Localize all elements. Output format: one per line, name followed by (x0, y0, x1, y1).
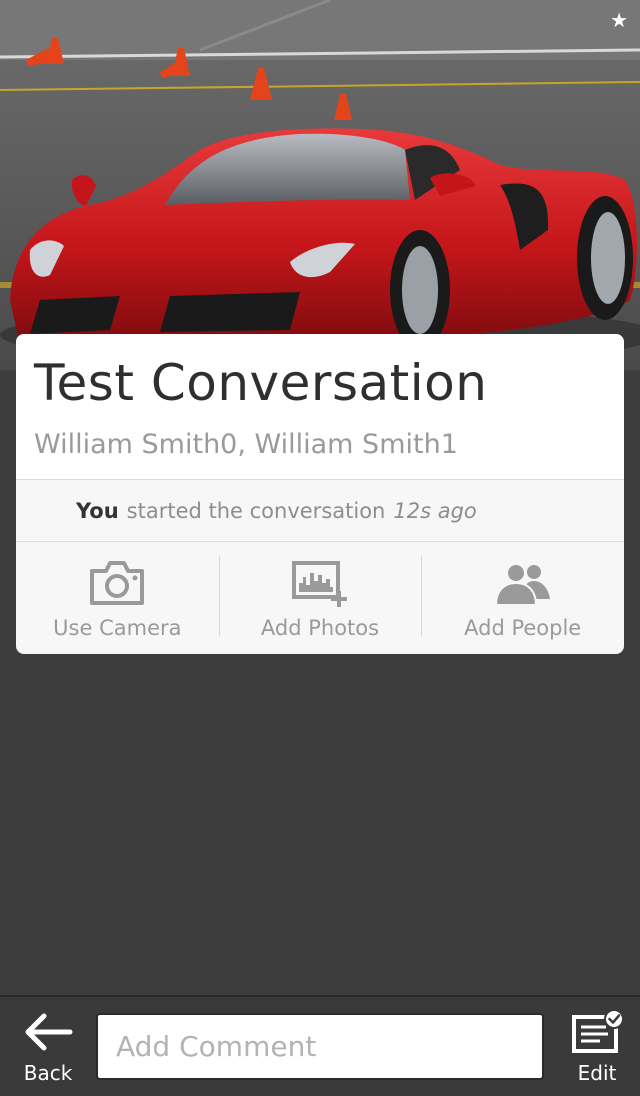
use-camera-button[interactable]: Use Camera (16, 542, 219, 652)
activity-action: started the conversation (126, 498, 386, 523)
bottom-toolbar: Back Edit (0, 995, 640, 1096)
activity-actor: You (76, 498, 119, 523)
add-people-label: Add People (464, 616, 582, 640)
add-people-button[interactable]: Add People (421, 542, 624, 652)
add-comment-input[interactable] (96, 1013, 544, 1080)
edit-button[interactable]: Edit (564, 997, 630, 1096)
add-people-icon (494, 558, 552, 608)
add-photos-button[interactable]: Add Photos (218, 542, 422, 652)
star-icon[interactable]: ★ (610, 10, 628, 30)
conversation-card: Test Conversation William Smith0, Willia… (16, 334, 624, 654)
conversation-title: Test Conversation (34, 354, 488, 412)
add-photos-icon (291, 558, 349, 608)
cover-photo: ★ (0, 0, 640, 370)
conversation-header: Test Conversation William Smith0, Willia… (16, 334, 624, 480)
camera-icon (88, 558, 146, 608)
add-photos-label: Add Photos (260, 616, 380, 640)
action-bar: Use Camera Add Photos Add People (16, 542, 624, 652)
back-arrow-icon (22, 1009, 74, 1055)
back-button[interactable]: Back (14, 997, 82, 1096)
activity-time: 12s ago (393, 498, 477, 523)
participants-list[interactable]: William Smith0, William Smith1 (34, 428, 606, 462)
sports-car-image (0, 0, 640, 370)
edit-icon (570, 1009, 624, 1055)
edit-label: Edit (577, 1061, 617, 1085)
use-camera-label: Use Camera (53, 616, 182, 640)
back-label: Back (23, 1061, 73, 1085)
activity-row: You started the conversation 12s ago (16, 480, 624, 542)
